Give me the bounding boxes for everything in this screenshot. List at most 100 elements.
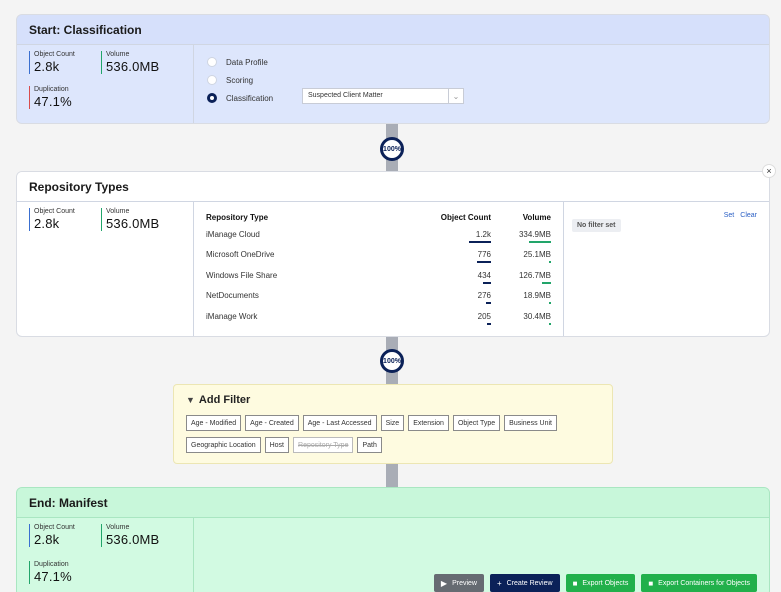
repo-volume: 126.7MB (491, 271, 551, 284)
radio-label: Scoring (226, 75, 254, 85)
filter-chip[interactable]: Extension (408, 415, 449, 431)
button-label: Export Containers for Objects (658, 579, 750, 587)
preview-icon: ▶ (440, 578, 448, 588)
radio-circle-selected[interactable] (207, 93, 217, 103)
button-label: Create Review (506, 579, 553, 587)
repository-type-table: Repository Type Object Count Volume iMan… (194, 202, 564, 336)
object-count-label: Object Count (34, 208, 75, 215)
filter-chip[interactable]: Age - Created (245, 415, 299, 431)
plus-icon: + (496, 578, 502, 588)
filter-chip[interactable]: Business Unit (504, 415, 557, 431)
volume-stat: Volume 536.0MB (101, 208, 159, 231)
filter-chip-disabled: Repository Type (293, 437, 354, 453)
repo-count: 776 (406, 250, 491, 264)
set-link[interactable]: Set (724, 212, 735, 219)
stats-panel: Object Count 2.8k Volume 536.0MB (17, 202, 194, 336)
object-count-stat: Object Count 2.8k (29, 208, 75, 231)
duplication-value: 47.1% (34, 94, 72, 109)
filter-chip[interactable]: Geographic Location (186, 437, 261, 453)
table-row[interactable]: iManage Cloud 1.2k 334.9MB (206, 224, 551, 245)
filter-chip[interactable]: Object Type (452, 415, 501, 431)
volume-label: Volume (106, 208, 130, 215)
radio-classification[interactable]: Classification (206, 89, 757, 107)
no-filter-badge: No filter set (572, 219, 621, 232)
column-header[interactable]: Volume (491, 213, 551, 222)
duplication-stat: Duplication 47.1% (29, 561, 72, 584)
filter-panel: No filter set Set Clear (564, 202, 769, 336)
card-title: Start: Classification (17, 15, 769, 45)
volume-value: 536.0MB (106, 59, 160, 74)
flow-connector (386, 464, 398, 487)
filter-chip[interactable]: Age - Last Accessed (302, 415, 377, 431)
repo-name: Windows File Share (206, 270, 278, 280)
volume-stat: Volume 536.0MB (101, 51, 159, 74)
volume-label: Volume (106, 524, 130, 531)
export-containers-button[interactable]: ■ Export Containers for Objects (641, 574, 757, 592)
filter-chip[interactable]: Age - Modified (186, 415, 242, 431)
volume-label: Volume (106, 51, 130, 58)
volume-value: 536.0MB (106, 532, 160, 547)
filter-chip-list: Age - Modified Age - Created Age - Last … (186, 415, 600, 459)
clear-link[interactable]: Clear (740, 212, 757, 219)
table-row[interactable]: iManage Work 205 30.4MB (206, 306, 551, 327)
duplication-stat: Duplication 47.1% (29, 86, 72, 109)
repo-name: Microsoft OneDrive (206, 250, 275, 260)
duplication-label: Duplication (34, 86, 69, 93)
mode-radio-group: Data Profile Scoring Classification Susp… (194, 45, 769, 123)
button-label: Export Objects (582, 579, 629, 587)
object-count-value: 2.8k (34, 59, 60, 74)
repo-volume: 18.9MB (491, 291, 551, 305)
table-row[interactable]: NetDocuments 276 18.9MB (206, 286, 551, 307)
card-title: Repository Types (17, 172, 769, 202)
duplication-value: 47.1% (34, 569, 72, 584)
radio-scoring[interactable]: Scoring (206, 71, 757, 89)
repo-name: NetDocuments (206, 291, 259, 301)
folder-icon: ■ (648, 578, 654, 588)
object-count-stat: Object Count 2.8k (29, 51, 75, 74)
chevron-down-icon: ⌄ (448, 89, 463, 103)
percent-badge: 100% (380, 137, 404, 161)
object-count-label: Object Count (34, 51, 75, 58)
close-icon[interactable]: × (762, 164, 776, 178)
table-header: Repository Type Object Count Volume (206, 210, 551, 224)
filter-chip[interactable]: Host (264, 437, 290, 453)
radio-data-profile[interactable]: Data Profile (206, 53, 757, 71)
object-count-value: 2.8k (34, 532, 60, 547)
create-review-button[interactable]: + Create Review (489, 574, 560, 592)
radio-label: Classification (226, 93, 274, 103)
select-value: Suspected Client Matter (308, 92, 383, 99)
file-icon: ■ (572, 578, 578, 588)
classification-select[interactable]: Suspected Client Matter ⌄ (302, 88, 464, 104)
repo-volume: 334.9MB (491, 230, 551, 243)
preview-button[interactable]: ▶ Preview (433, 574, 484, 592)
duplication-label: Duplication (34, 561, 69, 568)
repo-name: iManage Work (206, 311, 258, 321)
radio-label: Data Profile (226, 57, 268, 67)
volume-stat: Volume 536.0MB (101, 524, 159, 547)
filter-plus-icon: ▼ (186, 395, 195, 405)
column-header[interactable]: Object Count (406, 213, 491, 222)
repo-volume: 25.1MB (491, 250, 551, 264)
filter-chip[interactable]: Size (380, 415, 405, 431)
repo-volume: 30.4MB (491, 312, 551, 325)
stats-panel: Object Count 2.8k Volume 536.0MB Duplica… (17, 518, 194, 592)
volume-value: 536.0MB (106, 216, 160, 231)
column-header[interactable]: Repository Type (206, 213, 406, 222)
export-objects-button[interactable]: ■ Export Objects (565, 574, 636, 592)
repo-name: iManage Cloud (206, 229, 260, 239)
radio-circle[interactable] (207, 75, 217, 85)
add-filter-panel: ▼ Add Filter Age - Modified Age - Create… (173, 384, 613, 464)
repo-count: 1.2k (406, 230, 491, 243)
repository-types-card: Repository Types Object Count 2.8k Volum… (16, 171, 770, 337)
card-title: End: Manifest (17, 488, 769, 518)
filter-actions: Set Clear (718, 212, 757, 219)
button-label: Preview (452, 579, 477, 587)
manifest-actions: ▶ Preview + Create Review ■ Export Objec… (428, 574, 757, 592)
filter-chip[interactable]: Path (357, 437, 382, 453)
repo-count: 434 (406, 271, 491, 284)
repo-count: 276 (406, 291, 491, 305)
table-row[interactable]: Windows File Share 434 126.7MB (206, 265, 551, 286)
table-row[interactable]: Microsoft OneDrive 776 25.1MB (206, 245, 551, 266)
radio-circle[interactable] (207, 57, 217, 67)
start-classification-card: Start: Classification Object Count 2.8k … (16, 14, 770, 124)
